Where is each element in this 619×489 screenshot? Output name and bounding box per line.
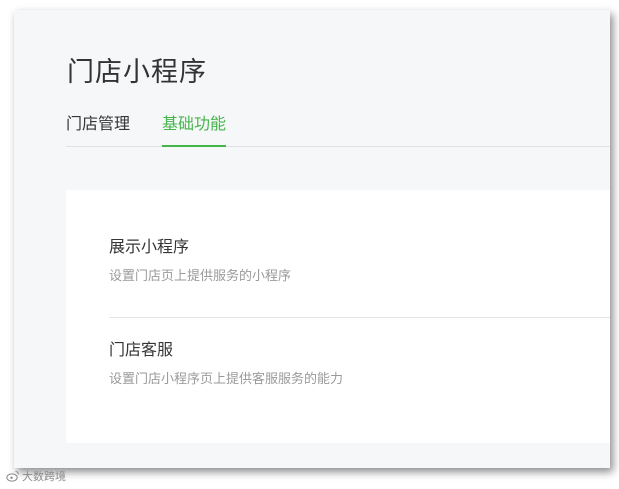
- setting-title: 门店客服: [109, 340, 174, 359]
- page-title: 门店小程序: [67, 57, 207, 88]
- setting-description: 设置门店页上提供服务的小程序: [109, 269, 292, 284]
- tab-store-management[interactable]: 门店管理: [66, 113, 130, 146]
- watermark: 大数跨境: [6, 468, 66, 484]
- app-window: 门店小程序 门店管理 基础功能 展示小程序 设置门店页上提供服务的小程序 门店客…: [14, 10, 610, 468]
- setting-title: 展示小程序: [109, 237, 190, 256]
- setting-item-display-miniprogram[interactable]: 展示小程序 设置门店页上提供服务的小程序: [109, 237, 610, 318]
- setting-description: 设置门店小程序页上提供客服服务的能力: [109, 372, 344, 387]
- weibo-icon: [6, 471, 19, 482]
- watermark-text: 大数跨境: [22, 470, 66, 483]
- tab-basic-features[interactable]: 基础功能: [162, 113, 227, 147]
- setting-item-customer-service[interactable]: 门店客服 设置门店小程序页上提供客服服务的能力: [109, 340, 610, 389]
- tab-bar: 门店管理 基础功能: [66, 113, 610, 147]
- settings-card: 展示小程序 设置门店页上提供服务的小程序 门店客服 设置门店小程序页上提供客服服…: [66, 190, 610, 443]
